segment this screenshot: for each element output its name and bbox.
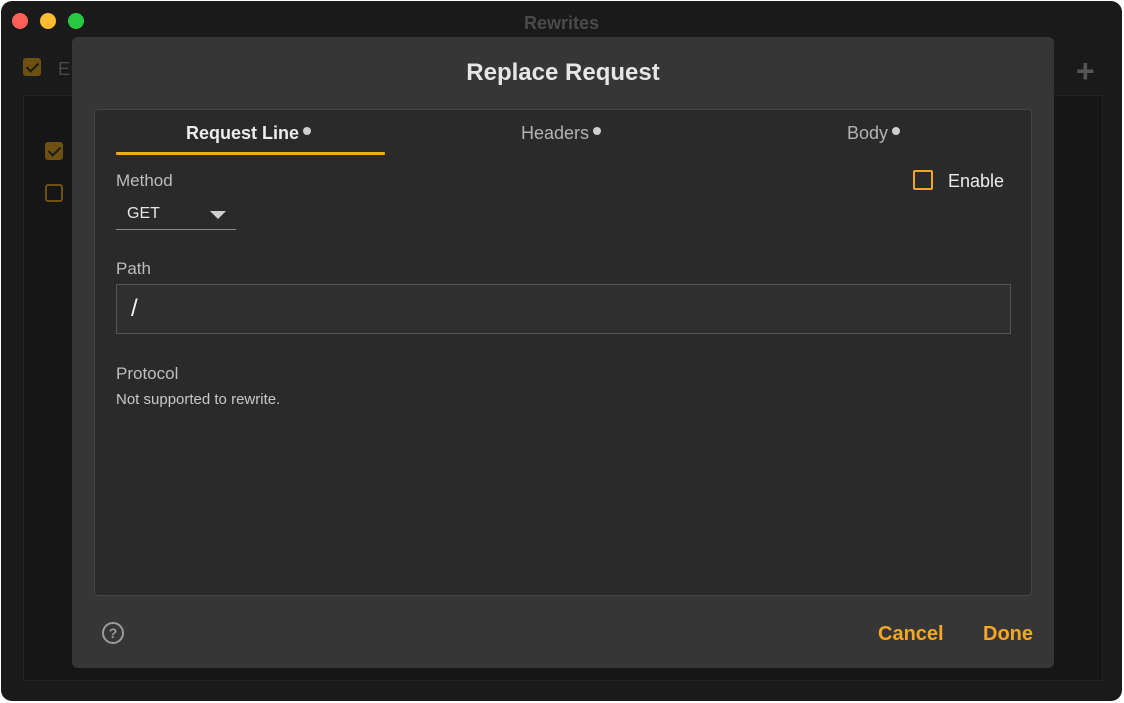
method-label: Method bbox=[116, 171, 173, 190]
enable-rewrite-label: E bbox=[58, 59, 71, 79]
protocol-label: Protocol bbox=[116, 364, 179, 383]
rule-row-checkbox[interactable] bbox=[45, 142, 63, 160]
tab-label: Headers bbox=[521, 123, 590, 143]
modified-dot-icon bbox=[593, 127, 602, 135]
tab-request-line[interactable]: Request Line bbox=[186, 123, 312, 143]
modified-dot-icon bbox=[303, 127, 312, 135]
chevron-down-icon bbox=[210, 211, 226, 219]
dialog-title: Replace Request bbox=[466, 59, 660, 86]
enable-label: Enable bbox=[948, 171, 1005, 191]
method-select[interactable]: GET bbox=[116, 199, 236, 230]
editor-panel: Request Line Headers Body Method GET Ena… bbox=[94, 109, 1032, 596]
replace-request-dialog: Replace Request Request Line Headers Bod… bbox=[72, 37, 1054, 668]
titlebar: Rewrites bbox=[1, 1, 1122, 41]
app-window: Rewrites E + Replace Request Request Lin… bbox=[1, 1, 1122, 701]
help-icon[interactable]: ? bbox=[102, 622, 124, 644]
tab-body[interactable]: Body bbox=[847, 123, 901, 143]
rule-row-checkbox[interactable] bbox=[45, 184, 63, 202]
done-button[interactable]: Done bbox=[983, 623, 1033, 646]
path-label: Path bbox=[116, 259, 151, 278]
active-tab-indicator bbox=[116, 152, 385, 155]
tab-label: Request Line bbox=[186, 123, 300, 143]
protocol-note: Not supported to rewrite. bbox=[116, 391, 281, 408]
enable-checkbox[interactable] bbox=[913, 170, 933, 190]
tab-headers[interactable]: Headers bbox=[521, 123, 602, 143]
tab-label: Body bbox=[847, 123, 889, 143]
path-input[interactable]: / bbox=[116, 284, 1011, 334]
enable-rewrite-checkbox[interactable] bbox=[23, 58, 41, 76]
plus-icon[interactable]: + bbox=[1076, 55, 1095, 87]
method-value: GET bbox=[127, 205, 160, 222]
modified-dot-icon bbox=[892, 127, 901, 135]
window-title: Rewrites bbox=[523, 13, 600, 33]
cancel-button[interactable]: Cancel bbox=[878, 623, 944, 646]
